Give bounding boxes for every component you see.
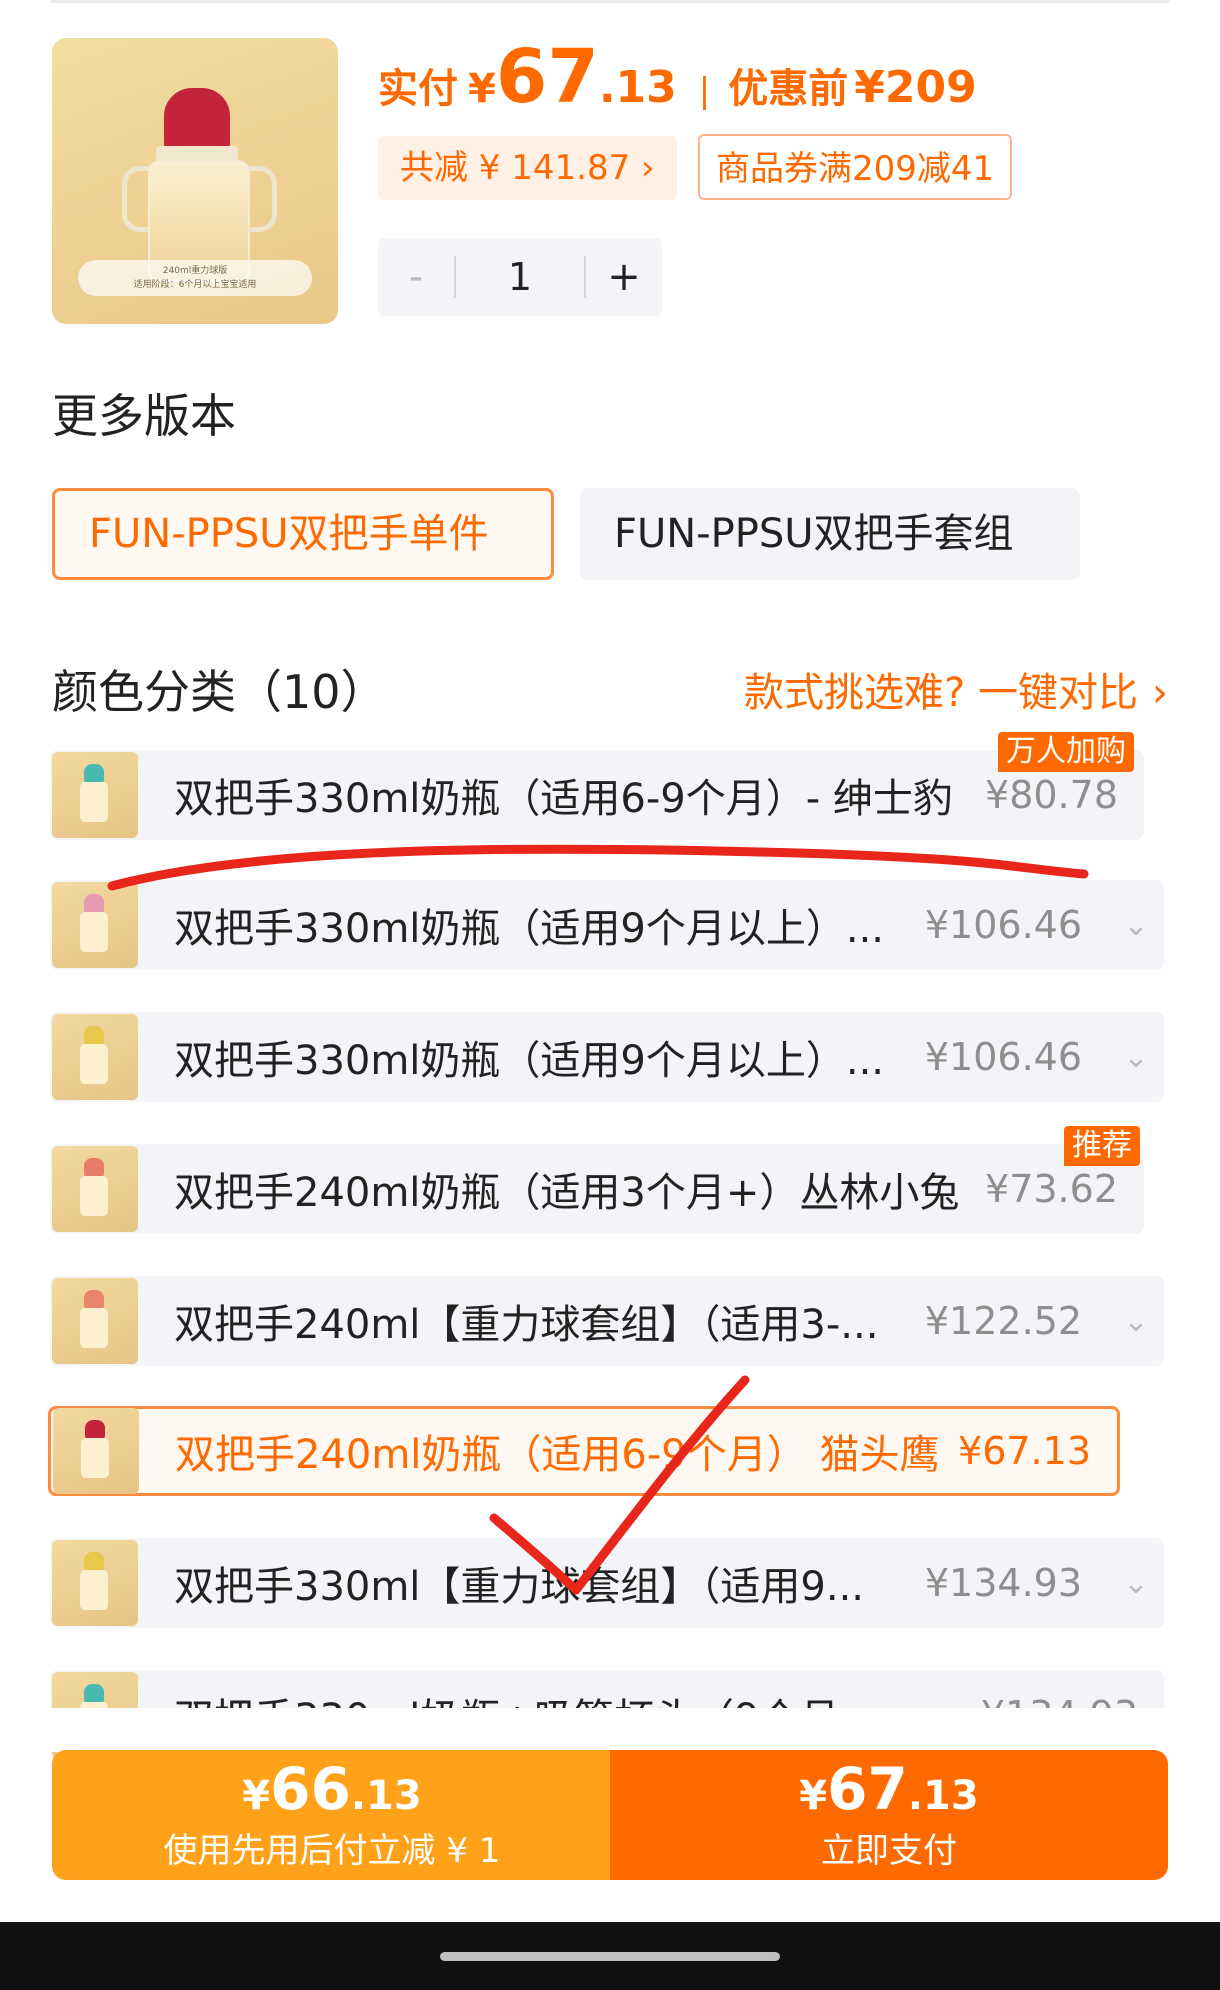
- version-option-single[interactable]: FUN-PPSU双把手单件: [52, 488, 554, 580]
- total-discount-chip[interactable]: 共减 ¥ 141.87 ›: [378, 136, 677, 200]
- increase-button[interactable]: +: [586, 254, 662, 300]
- chevron-right-icon: ›: [1152, 670, 1168, 716]
- product-image-label-line1: 240ml重力球版: [162, 266, 228, 276]
- chevron-down-icon[interactable]: ⌄: [1108, 908, 1164, 943]
- cap-swatch: [84, 1552, 104, 1570]
- color-option-name: 双把手330ml奶瓶（适用6-9个月）- 绅士豹: [174, 776, 953, 822]
- product-image-label-line2: 适用阶段：6个月以上宝宝适用: [133, 280, 257, 290]
- original-price: ¥209: [854, 62, 977, 113]
- pay-later-button[interactable]: ¥66.13 使用先用后付立减 ¥ 1: [52, 1750, 612, 1880]
- color-option-name: 双把手240ml奶瓶（适用6-9个月） 猫头鹰: [175, 1432, 940, 1478]
- color-option-thumbnail: [52, 1540, 138, 1626]
- quantity-value[interactable]: 1: [456, 255, 584, 299]
- badge-popular: 万人加购: [998, 732, 1134, 772]
- cap-swatch: [84, 894, 104, 912]
- bottle-swatch: [80, 1570, 108, 1610]
- color-option[interactable]: 双把手240ml【重力球套组】（适用3-... ¥122.52 ⌄: [50, 1276, 1164, 1366]
- bottle-swatch: [80, 912, 108, 952]
- color-option-price: ¥106.46: [924, 903, 1082, 947]
- paid-currency: ¥: [468, 66, 496, 112]
- coupon-chip[interactable]: 商品券满209减41: [698, 134, 1013, 200]
- decrease-button[interactable]: -: [378, 254, 454, 300]
- pay-now-label: 立即支付: [821, 1831, 957, 1871]
- color-option[interactable]: 双把手330ml奶瓶（适用9个月以上）... ¥106.46 ⌄: [50, 880, 1164, 970]
- original-price-label: 优惠前: [728, 66, 849, 112]
- badge-recommended: 推荐: [1064, 1126, 1140, 1166]
- bottle-swatch: [80, 1308, 108, 1348]
- home-gesture-handle[interactable]: [440, 1952, 780, 1961]
- color-option-selected[interactable]: 双把手240ml奶瓶（适用6-9个月） 猫头鹰 ¥67.13: [48, 1406, 1120, 1496]
- pay-now-button[interactable]: ¥67.13 立即支付: [610, 1750, 1168, 1880]
- bottle-swatch: [80, 1044, 108, 1084]
- cap-swatch: [84, 1290, 104, 1308]
- chevron-down-icon[interactable]: ⌄: [1108, 1304, 1164, 1339]
- price-separator: |: [698, 71, 711, 111]
- color-option-name: 双把手240ml奶瓶（适用3个月+）丛林小兔: [174, 1170, 960, 1216]
- pay-now-amount-integer: 67: [827, 1755, 908, 1823]
- product-image[interactable]: 240ml重力球版 适用阶段：6个月以上宝宝适用: [52, 38, 338, 324]
- bottle-swatch: [80, 782, 108, 822]
- chevron-down-icon[interactable]: ⌄: [1108, 1566, 1164, 1601]
- compare-styles-link[interactable]: 款式挑选难? 一键对比 ›: [744, 660, 1168, 718]
- paid-amount-integer: 67: [495, 34, 599, 120]
- color-category-title: 颜色分类（10）: [52, 665, 387, 719]
- cap-swatch: [85, 1420, 105, 1438]
- color-option[interactable]: 双把手330ml奶瓶（适用9个月以上）... ¥106.46 ⌄: [50, 1012, 1164, 1102]
- bottle-swatch: [81, 1438, 109, 1478]
- system-navigation-bar: [0, 1922, 1220, 1990]
- color-option-price: ¥134.93: [924, 1561, 1082, 1605]
- color-option-price: ¥122.52: [924, 1299, 1082, 1343]
- pay-later-label: 使用先用后付立减 ¥ 1: [163, 1831, 501, 1871]
- pay-later-price: ¥66.13: [52, 1756, 612, 1829]
- pay-later-amount-decimal: .13: [350, 1773, 422, 1819]
- color-option-thumbnail: [52, 752, 138, 838]
- cap-swatch: [84, 1158, 104, 1176]
- color-option-price: ¥106.46: [924, 1035, 1082, 1079]
- pay-later-amount-integer: 66: [270, 1755, 351, 1823]
- color-option-thumbnail: [52, 1278, 138, 1364]
- list-clip-mask: [0, 1708, 1220, 1752]
- compare-styles-label: 款式挑选难? 一键对比: [744, 670, 1138, 716]
- color-option-thumbnail: [53, 1408, 139, 1494]
- color-option-name: 双把手330ml奶瓶（适用9个月以上）...: [174, 1038, 885, 1084]
- pay-later-currency: ¥: [242, 1773, 271, 1819]
- chevron-down-icon[interactable]: ⌄: [1108, 1040, 1164, 1075]
- color-option-thumbnail: [52, 1014, 138, 1100]
- cap-swatch: [84, 764, 104, 782]
- color-option-price: ¥73.62: [985, 1167, 1118, 1211]
- bottle-cap: [164, 88, 230, 150]
- color-option-thumbnail: [52, 882, 138, 968]
- price-summary: 实付 ¥ 67 .13 | 优惠前 ¥209: [378, 40, 977, 120]
- cap-swatch: [84, 1026, 104, 1044]
- color-option[interactable]: 双把手240ml奶瓶（适用3个月+）丛林小兔 ¥73.62: [50, 1144, 1144, 1234]
- cap-swatch: [84, 1684, 104, 1702]
- color-option[interactable]: 双把手330ml【重力球套组】（适用9... ¥134.93 ⌄: [50, 1538, 1164, 1628]
- color-option-price: ¥67.13: [958, 1429, 1091, 1473]
- paid-amount-decimal: .13: [598, 62, 677, 113]
- color-option-name: 双把手330ml奶瓶（适用9个月以上）...: [174, 906, 885, 952]
- quantity-stepper: - 1 +: [378, 238, 662, 316]
- color-option-price: ¥80.78: [985, 773, 1118, 817]
- color-option-thumbnail: [52, 1146, 138, 1232]
- paid-label: 实付: [378, 66, 458, 112]
- product-image-label: 240ml重力球版 适用阶段：6个月以上宝宝适用: [78, 260, 312, 296]
- pay-now-price: ¥67.13: [610, 1756, 1168, 1829]
- versions-title: 更多版本: [52, 389, 236, 443]
- color-option[interactable]: 双把手330ml奶瓶（适用6-9个月）- 绅士豹 ¥80.78: [50, 750, 1144, 840]
- color-option-name: 双把手240ml【重力球套组】（适用3-...: [174, 1302, 879, 1348]
- top-divider: [50, 0, 1170, 3]
- bottle-swatch: [80, 1176, 108, 1216]
- pay-now-currency: ¥: [799, 1773, 828, 1819]
- version-option-set[interactable]: FUN-PPSU双把手套组: [580, 488, 1080, 580]
- color-option-name: 双把手330ml【重力球套组】（适用9...: [174, 1564, 865, 1610]
- pay-now-amount-decimal: .13: [907, 1773, 979, 1819]
